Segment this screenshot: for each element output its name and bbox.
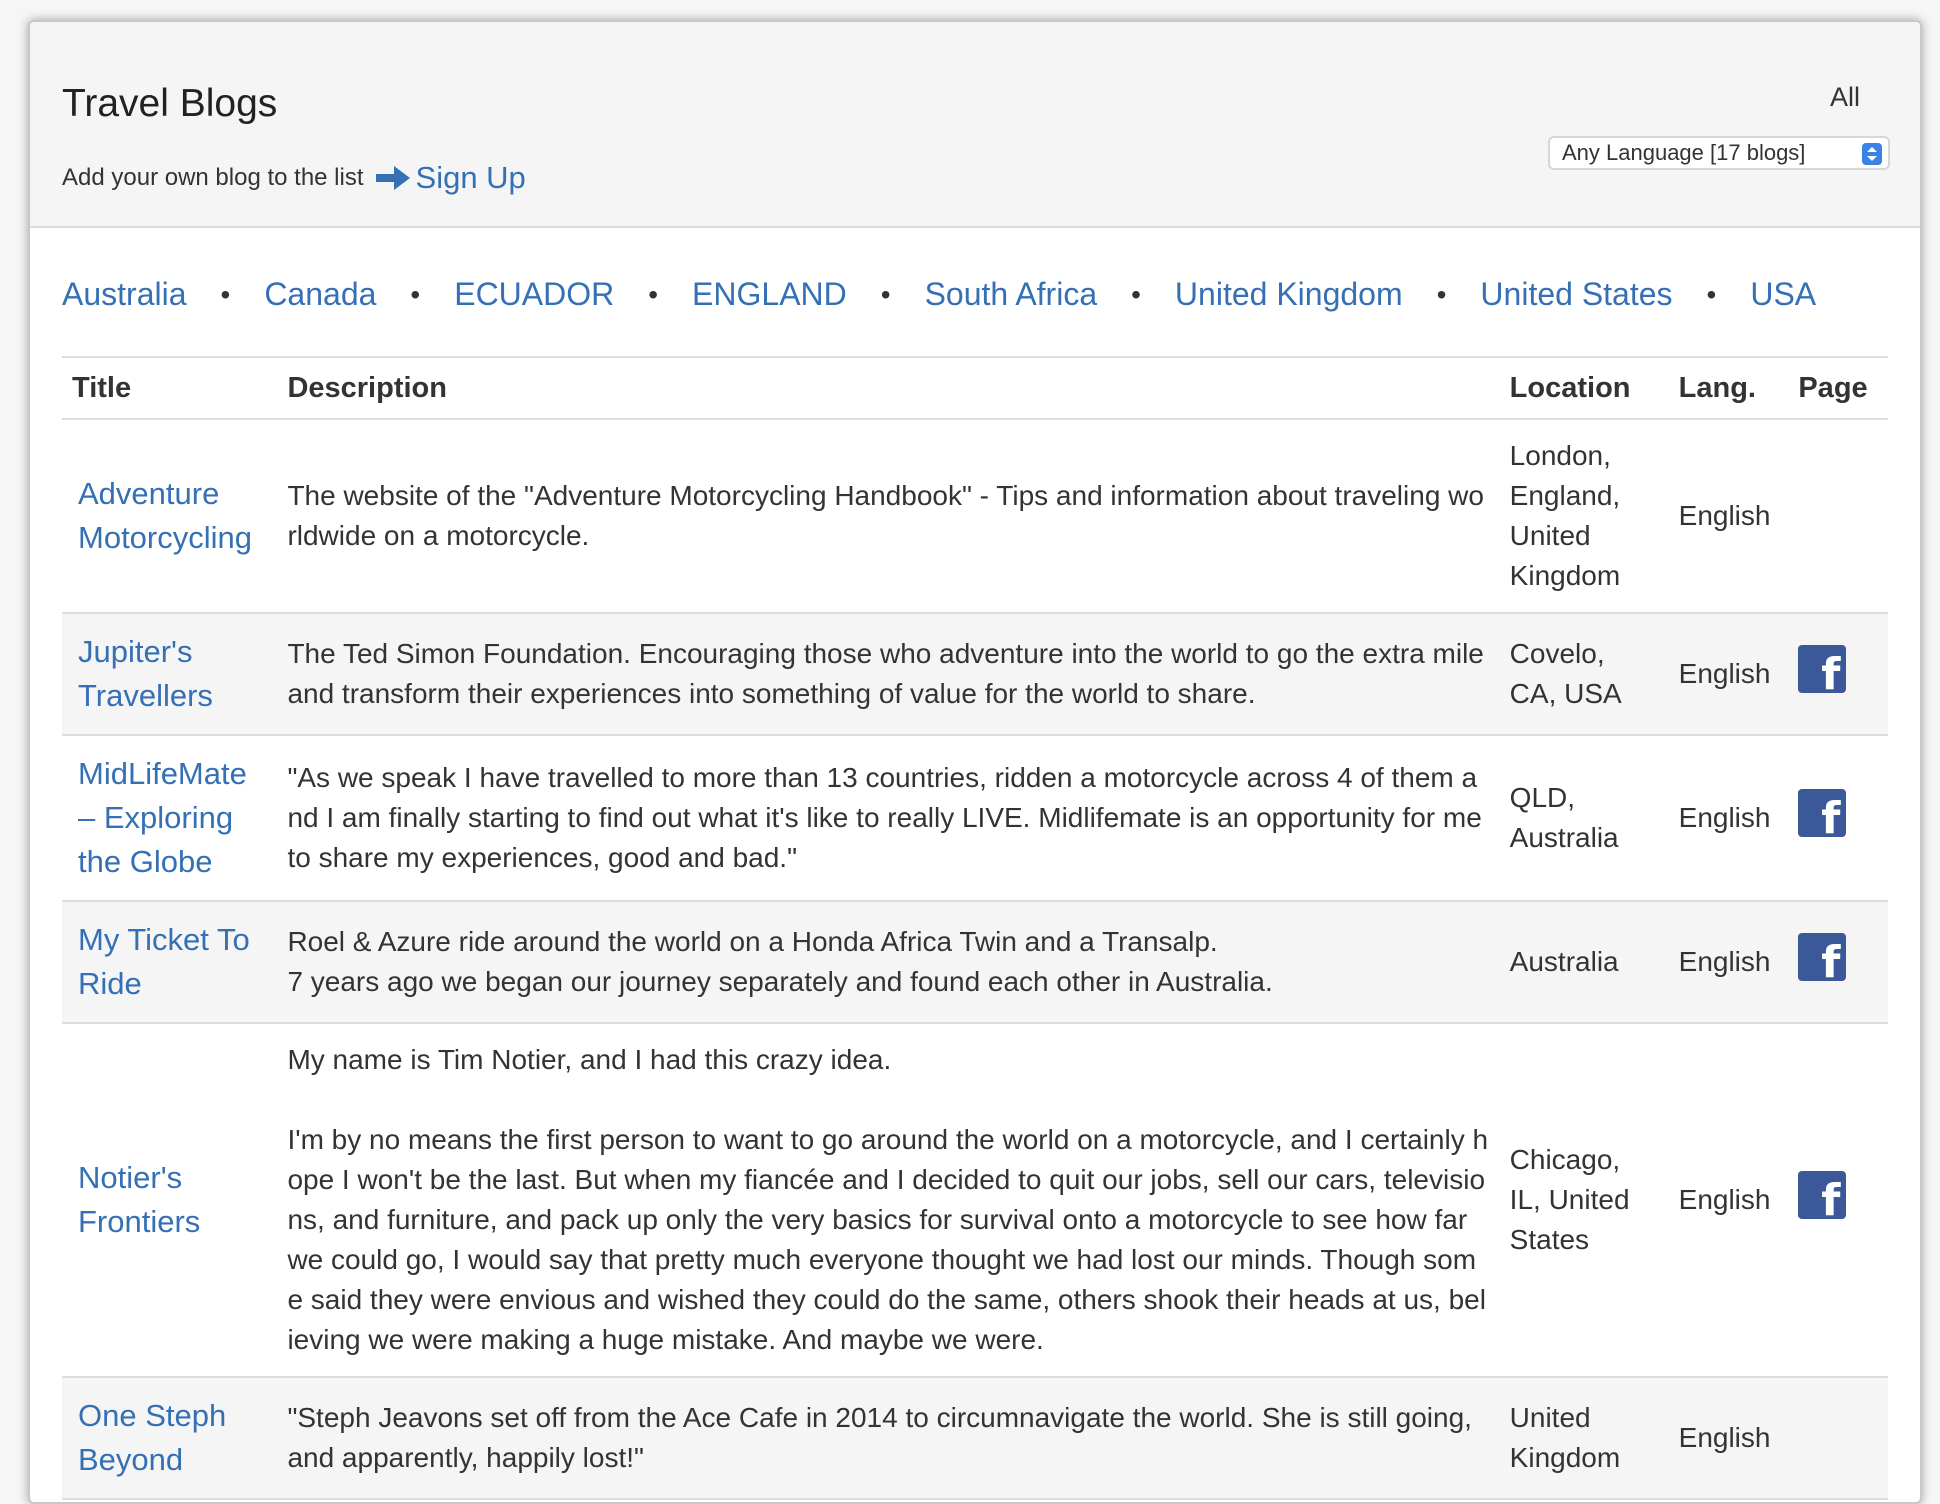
blog-language: English (1668, 613, 1789, 736)
title-cell: Notier's Frontiers (62, 1023, 278, 1378)
facebook-glyph: f (1821, 648, 1841, 700)
blogs-panel: Travel Blogs Add your own blog to the li… (28, 20, 1922, 1504)
add-blog-prompt: Add your own blog to the list Sign Up (62, 160, 526, 196)
country-link-australia[interactable]: Australia (62, 276, 187, 313)
separator-dot: • (648, 278, 659, 310)
panel-header: Travel Blogs Add your own blog to the li… (30, 22, 1920, 228)
add-blog-text: Add your own blog to the list (62, 164, 364, 191)
blog-location: Australia (1499, 901, 1669, 1024)
blog-title-link[interactable]: Adventure Motorcycling (78, 476, 252, 555)
country-link-ecuador[interactable]: ECUADOR (454, 276, 614, 313)
blog-language: English (1668, 901, 1789, 1024)
blog-title-link[interactable]: Notier's Frontiers (78, 1160, 200, 1239)
table-row: One Steph Beyond "Steph Jeavons set off f… (62, 1377, 1888, 1500)
blog-location: United Kingdom (1499, 1377, 1669, 1500)
page-cell: f (1788, 613, 1888, 736)
table-header-row: Title Description Location Lang. Page (62, 356, 1888, 420)
header-lang: Lang. (1668, 356, 1789, 420)
page-cell: f (1788, 735, 1888, 902)
country-link-canada[interactable]: Canada (264, 276, 376, 313)
facebook-icon[interactable]: f (1798, 932, 1847, 984)
country-link-united-states[interactable]: United States (1480, 276, 1672, 313)
country-filter-bar: Australia • Canada • ECUADOR • ENGLAND •… (62, 276, 1816, 313)
country-link-united-kingdom[interactable]: United Kingdom (1175, 276, 1403, 313)
blog-description: The Ted Simon Foundation. Encouraging th… (277, 613, 1500, 736)
blogs-table: Title Description Location Lang. Page Ad… (62, 356, 1888, 1500)
separator-dot: • (880, 278, 891, 310)
page-cell (1788, 1377, 1888, 1500)
blog-description: The website of the "Adventure Motorcycli… (277, 419, 1500, 614)
blogs-table-body: Adventure Motorcycling The website of the… (62, 419, 1888, 1500)
all-filter-label: All (1829, 82, 1860, 112)
language-select[interactable]: Any Language [17 blogs] (1548, 136, 1890, 170)
facebook-glyph: f (1821, 792, 1841, 844)
blog-description: Roel & Azure ride around the world on a … (277, 901, 1500, 1024)
blog-title-link[interactable]: My Ticket To Ride (78, 922, 250, 1001)
blog-title-link[interactable]: One Steph Beyond (78, 1398, 226, 1477)
blog-description: "As we speak I have travelled to more th… (277, 735, 1500, 902)
separator-dot: • (1706, 278, 1717, 310)
title-cell: My Ticket To Ride (62, 901, 278, 1024)
table-row: MidLifeMate – Exploring the Globe "As we … (62, 735, 1888, 902)
facebook-glyph: f (1821, 936, 1841, 988)
header-title: Title (62, 356, 278, 420)
facebook-icon[interactable]: f (1798, 644, 1847, 696)
title-cell: MidLifeMate – Exploring the Globe (62, 735, 278, 902)
page-cell: f (1788, 901, 1888, 1024)
header-description: Description (277, 356, 1500, 420)
table-row: Adventure Motorcycling The website of the… (62, 419, 1888, 614)
page-cell (1788, 419, 1888, 614)
header-location: Location (1499, 356, 1669, 420)
blog-location: QLD, Australia (1499, 735, 1669, 902)
header-page: Page (1788, 356, 1888, 420)
country-link-england[interactable]: ENGLAND (692, 276, 847, 313)
blog-location: Chicago, IL, United States (1499, 1023, 1669, 1378)
language-select-value: Any Language [17 blogs] (1562, 140, 1806, 165)
facebook-icon[interactable]: f (1798, 788, 1847, 840)
facebook-icon[interactable]: f (1798, 1170, 1847, 1222)
blog-description: "Steph Jeavons set off from the Ace Cafe… (277, 1377, 1500, 1500)
page-cell: f (1788, 1023, 1888, 1378)
blog-title-link[interactable]: MidLifeMate – Exploring the Globe (78, 756, 247, 879)
sign-up-link[interactable]: Sign Up (416, 160, 526, 196)
country-link-usa[interactable]: USA (1750, 276, 1816, 313)
blog-location: Covelo, CA, USA (1499, 613, 1669, 736)
table-row: Jupiter's Travellers The Ted Simon Founda… (62, 613, 1888, 736)
separator-dot: • (410, 278, 421, 310)
page-title: Travel Blogs (62, 82, 278, 125)
blog-language: English (1668, 419, 1789, 614)
facebook-glyph: f (1821, 1174, 1841, 1226)
blog-location: London, England, United Kingdom (1499, 419, 1669, 614)
select-arrows-icon (1862, 143, 1882, 165)
separator-dot: • (1131, 278, 1141, 310)
blog-language: English (1668, 735, 1789, 902)
separator-dot: • (220, 278, 231, 310)
blog-description: My name is Tim Notier, and I had this cr… (277, 1023, 1500, 1378)
title-cell: One Steph Beyond (62, 1377, 278, 1500)
arrow-right-icon (375, 166, 410, 190)
table-row: Notier's Frontiers My name is Tim Notier,… (62, 1023, 1888, 1378)
separator-dot: • (1436, 278, 1447, 310)
country-link-south-africa[interactable]: South Africa (925, 276, 1098, 313)
title-cell: Jupiter's Travellers (62, 613, 278, 736)
blog-language: English (1668, 1023, 1789, 1378)
title-cell: Adventure Motorcycling (62, 419, 278, 614)
table-row: My Ticket To Ride Roel & Azure ride aroun… (62, 901, 1888, 1024)
blog-title-link[interactable]: Jupiter's Travellers (78, 634, 213, 713)
blog-language: English (1668, 1377, 1789, 1500)
